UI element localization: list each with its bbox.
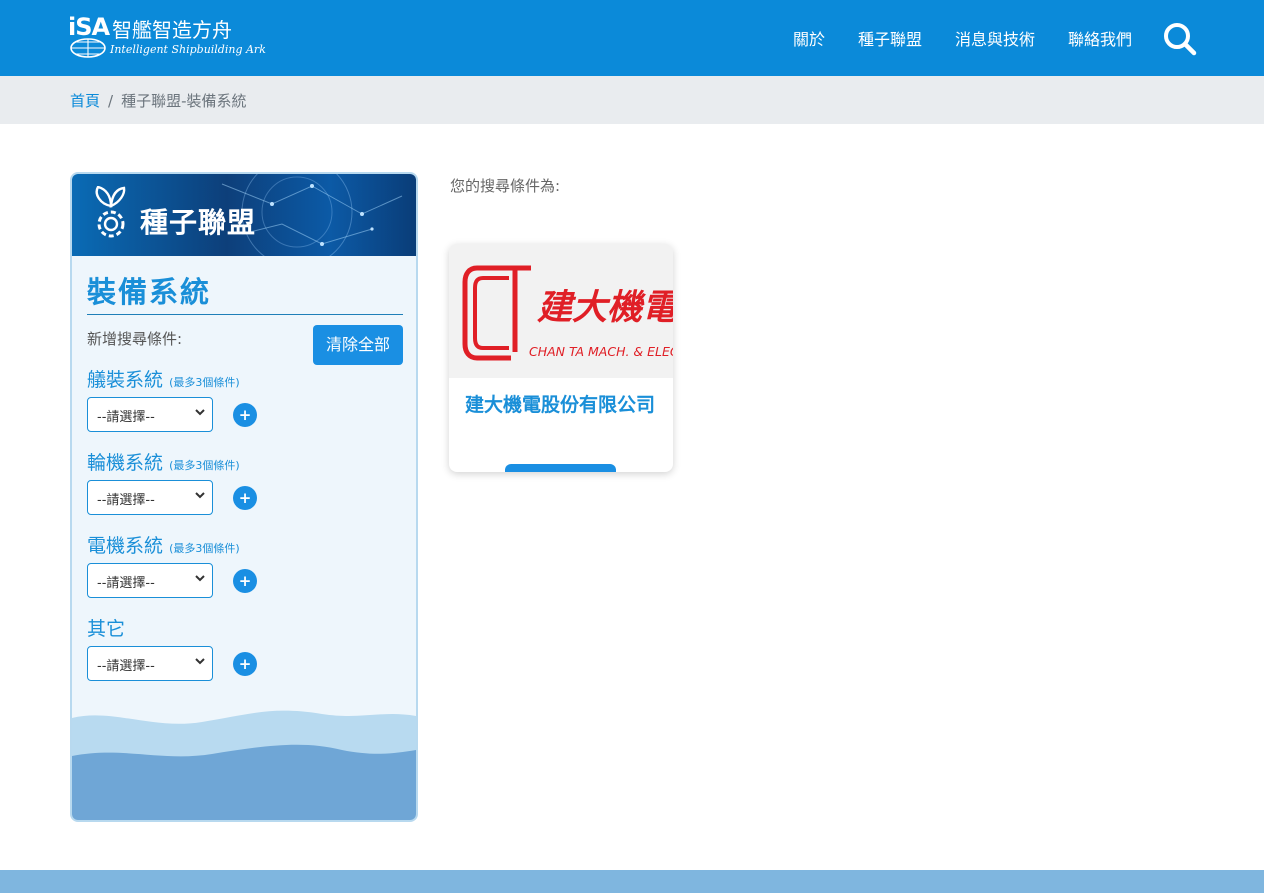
search-criteria-label: 您的搜尋條件為: [450, 177, 561, 195]
sidebar-banner-title: 種子聯盟 [140, 206, 257, 239]
chevron-down-icon [195, 409, 205, 416]
company-card[interactable]: 建大機電 CHAN TA MACH. & ELEC. 建大機電股份有限公司 [449, 244, 673, 472]
sidebar-banner: 種子聯盟 [72, 174, 416, 256]
filter-group-note: (最多3個條件) [169, 459, 240, 472]
filter-group-note: (最多3個條件) [169, 376, 240, 389]
heading-divider [87, 314, 403, 315]
company-logo: 建大機電 CHAN TA MACH. & ELEC. [449, 244, 673, 378]
logo-english-text: Intelligent Shipbuilding Ark [110, 43, 266, 56]
breadcrumb-home-link[interactable]: 首頁 [70, 92, 100, 110]
chevron-down-icon [195, 658, 205, 665]
search-icon[interactable] [1163, 22, 1197, 56]
logo-mark: iSA [68, 13, 110, 41]
footer [0, 870, 1264, 893]
select-value: --請選擇-- [97, 576, 155, 591]
filter-group-label: 輪機系統 [87, 452, 164, 474]
company-detail-button[interactable] [505, 464, 616, 472]
filter-group-label: 其它 [87, 618, 126, 640]
breadcrumb-current: 種子聯盟-裝備系統 [121, 92, 247, 110]
electrical-system-select[interactable]: --請選擇-- [87, 563, 213, 598]
filter-group-note: (最多3個條件) [169, 542, 240, 555]
site-header: iSA 智艦智造方舟 Intelligent Shipbuilding Ark … [0, 0, 1264, 76]
breadcrumb-bar: 首頁 / 種子聯盟-裝備系統 [0, 76, 1264, 124]
filter-group-title: 其它 [87, 614, 125, 641]
add-condition-button[interactable]: + [233, 569, 257, 593]
chevron-down-icon [195, 575, 205, 582]
other-select[interactable]: --請選擇-- [87, 646, 213, 681]
clear-all-button[interactable]: 清除全部 [313, 325, 403, 365]
add-condition-button[interactable]: + [233, 403, 257, 427]
filter-group-title: 輪機系統 (最多3個條件) [87, 448, 240, 475]
nav-item-news-tech[interactable]: 消息與技術 [955, 26, 1035, 50]
main-nav: 關於 種子聯盟 消息與技術 聯絡我們 [760, 0, 1132, 76]
add-condition-button[interactable]: + [233, 652, 257, 676]
nav-item-contact[interactable]: 聯絡我們 [1068, 26, 1132, 50]
select-value: --請選擇-- [97, 659, 155, 674]
filter-group-title: 艤裝系統 (最多3個條件) [87, 365, 240, 392]
breadcrumb: 首頁 / 種子聯盟-裝備系統 [70, 90, 247, 111]
site-logo[interactable]: iSA 智艦智造方舟 Intelligent Shipbuilding Ark [68, 13, 266, 62]
add-condition-button[interactable]: + [233, 486, 257, 510]
filter-group-label: 電機系統 [87, 535, 164, 557]
filter-group-label: 艤裝系統 [87, 369, 164, 391]
company-logo-chinese: 建大機電 [537, 288, 673, 328]
company-logo-english: CHAN TA MACH. & ELEC. [529, 344, 673, 359]
nav-item-about[interactable]: 關於 [793, 26, 825, 50]
category-heading: 裝備系統 [87, 275, 212, 309]
wave-decoration [72, 710, 416, 820]
nav-item-seed-alliance[interactable]: 種子聯盟 [858, 26, 922, 50]
globe-icon [70, 38, 106, 58]
add-condition-label: 新增搜尋條件: [87, 330, 183, 348]
chevron-down-icon [195, 492, 205, 499]
select-value: --請選擇-- [97, 410, 155, 425]
company-name[interactable]: 建大機電股份有限公司 [465, 394, 660, 417]
seed-gear-icon [95, 186, 126, 238]
logo-chinese-text: 智艦智造方舟 [112, 18, 232, 42]
select-value: --請選擇-- [97, 493, 155, 508]
outfitting-system-select[interactable]: --請選擇-- [87, 397, 213, 432]
filter-group-title: 電機系統 (最多3個條件) [87, 531, 240, 558]
filter-sidebar: 種子聯盟 裝備系統 新增搜尋條件: 清除全部 艤裝系統 (最多3個條件) --請… [70, 172, 418, 822]
breadcrumb-separator: / [108, 92, 114, 110]
marine-engineering-select[interactable]: --請選擇-- [87, 480, 213, 515]
company-logo-graphic: 建大機電 CHAN TA MACH. & ELEC. [449, 244, 673, 378]
